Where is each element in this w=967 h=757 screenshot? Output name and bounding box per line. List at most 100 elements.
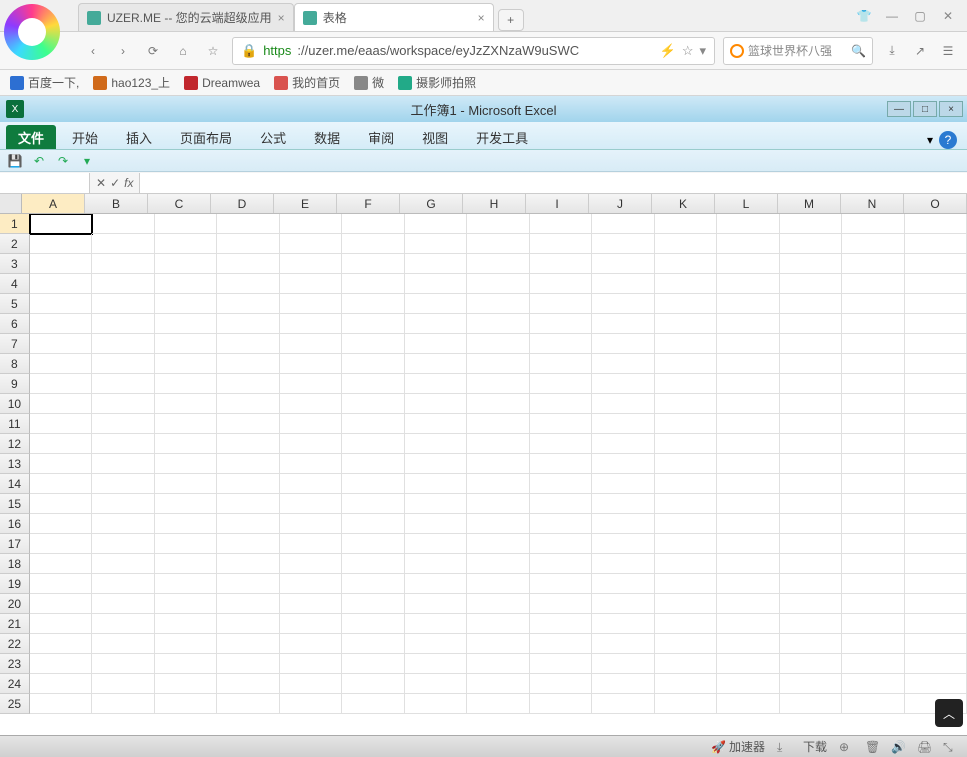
reload-button[interactable]: ⟳ xyxy=(142,40,164,62)
cell-L19[interactable] xyxy=(717,574,779,594)
cell-I15[interactable] xyxy=(530,494,592,514)
cell-D13[interactable] xyxy=(217,454,279,474)
cell-L21[interactable] xyxy=(717,614,779,634)
column-header-F[interactable]: F xyxy=(337,194,400,213)
cell-D8[interactable] xyxy=(217,354,279,374)
cell-L14[interactable] xyxy=(717,474,779,494)
cell-B11[interactable] xyxy=(92,414,154,434)
cell-N5[interactable] xyxy=(842,294,904,314)
cell-C15[interactable] xyxy=(155,494,217,514)
cell-N14[interactable] xyxy=(842,474,904,494)
cell-B18[interactable] xyxy=(92,554,154,574)
cell-D10[interactable] xyxy=(217,394,279,414)
cell-A25[interactable] xyxy=(30,694,92,714)
status-fullscreen[interactable]: ⤡ xyxy=(943,740,957,754)
cell-H14[interactable] xyxy=(467,474,529,494)
cell-N1[interactable] xyxy=(842,214,904,234)
cell-F20[interactable] xyxy=(342,594,404,614)
cell-E23[interactable] xyxy=(280,654,342,674)
cell-F9[interactable] xyxy=(342,374,404,394)
cell-C9[interactable] xyxy=(155,374,217,394)
cell-I13[interactable] xyxy=(530,454,592,474)
cell-N22[interactable] xyxy=(842,634,904,654)
cell-K21[interactable] xyxy=(655,614,717,634)
cell-G11[interactable] xyxy=(405,414,467,434)
status-print[interactable]: 🖨 xyxy=(917,740,931,754)
cell-B21[interactable] xyxy=(92,614,154,634)
ribbon-collapse-icon[interactable]: ▾ xyxy=(927,133,933,147)
cell-O19[interactable] xyxy=(905,574,967,594)
cell-M11[interactable] xyxy=(780,414,842,434)
cell-F3[interactable] xyxy=(342,254,404,274)
external-icon[interactable]: ↗ xyxy=(909,40,931,62)
cell-E5[interactable] xyxy=(280,294,342,314)
cell-M19[interactable] xyxy=(780,574,842,594)
cell-K22[interactable] xyxy=(655,634,717,654)
cell-G10[interactable] xyxy=(405,394,467,414)
cell-K4[interactable] xyxy=(655,274,717,294)
bookmark-baidu[interactable]: 百度一下, xyxy=(10,74,79,91)
cell-D16[interactable] xyxy=(217,514,279,534)
close-icon[interactable]: ✕ xyxy=(939,7,957,25)
cell-O1[interactable] xyxy=(905,214,967,234)
cell-K16[interactable] xyxy=(655,514,717,534)
bookmark-hao123[interactable]: hao123_上 xyxy=(93,74,170,91)
cell-A15[interactable] xyxy=(30,494,92,514)
cell-K23[interactable] xyxy=(655,654,717,674)
row-header-13[interactable]: 13 xyxy=(0,454,30,474)
cell-L11[interactable] xyxy=(717,414,779,434)
cell-C25[interactable] xyxy=(155,694,217,714)
cell-A5[interactable] xyxy=(30,294,92,314)
cell-J16[interactable] xyxy=(592,514,654,534)
cell-J8[interactable] xyxy=(592,354,654,374)
cell-M9[interactable] xyxy=(780,374,842,394)
cell-D15[interactable] xyxy=(217,494,279,514)
row-header-12[interactable]: 12 xyxy=(0,434,30,454)
cell-O13[interactable] xyxy=(905,454,967,474)
cell-J13[interactable] xyxy=(592,454,654,474)
cell-L12[interactable] xyxy=(717,434,779,454)
cell-G6[interactable] xyxy=(405,314,467,334)
status-add[interactable]: ⊕ xyxy=(839,740,853,754)
cell-B17[interactable] xyxy=(92,534,154,554)
cell-O9[interactable] xyxy=(905,374,967,394)
cell-O7[interactable] xyxy=(905,334,967,354)
cell-C8[interactable] xyxy=(155,354,217,374)
cell-C13[interactable] xyxy=(155,454,217,474)
cell-N18[interactable] xyxy=(842,554,904,574)
cell-G1[interactable] xyxy=(405,214,467,234)
cell-N23[interactable] xyxy=(842,654,904,674)
cell-N16[interactable] xyxy=(842,514,904,534)
cell-M20[interactable] xyxy=(780,594,842,614)
cell-O24[interactable] xyxy=(905,674,967,694)
cell-C11[interactable] xyxy=(155,414,217,434)
cell-L3[interactable] xyxy=(717,254,779,274)
cancel-formula-icon[interactable]: ✕ xyxy=(96,176,106,190)
cell-F16[interactable] xyxy=(342,514,404,534)
cell-A18[interactable] xyxy=(30,554,92,574)
status-volume[interactable]: 🔊 xyxy=(891,740,905,754)
cell-J15[interactable] xyxy=(592,494,654,514)
menu-icon[interactable]: ☰ xyxy=(937,40,959,62)
cell-I12[interactable] xyxy=(530,434,592,454)
cell-L13[interactable] xyxy=(717,454,779,474)
cell-J3[interactable] xyxy=(592,254,654,274)
cell-A7[interactable] xyxy=(30,334,92,354)
cell-L18[interactable] xyxy=(717,554,779,574)
cell-L8[interactable] xyxy=(717,354,779,374)
cell-J6[interactable] xyxy=(592,314,654,334)
cell-B12[interactable] xyxy=(92,434,154,454)
cell-G12[interactable] xyxy=(405,434,467,454)
cell-G22[interactable] xyxy=(405,634,467,654)
cell-I7[interactable] xyxy=(530,334,592,354)
cell-H9[interactable] xyxy=(467,374,529,394)
cell-M25[interactable] xyxy=(780,694,842,714)
cell-B15[interactable] xyxy=(92,494,154,514)
cell-B5[interactable] xyxy=(92,294,154,314)
cell-L10[interactable] xyxy=(717,394,779,414)
row-header-3[interactable]: 3 xyxy=(0,254,30,274)
cell-B16[interactable] xyxy=(92,514,154,534)
cell-D1[interactable] xyxy=(217,214,279,234)
cell-B14[interactable] xyxy=(92,474,154,494)
cell-E11[interactable] xyxy=(280,414,342,434)
